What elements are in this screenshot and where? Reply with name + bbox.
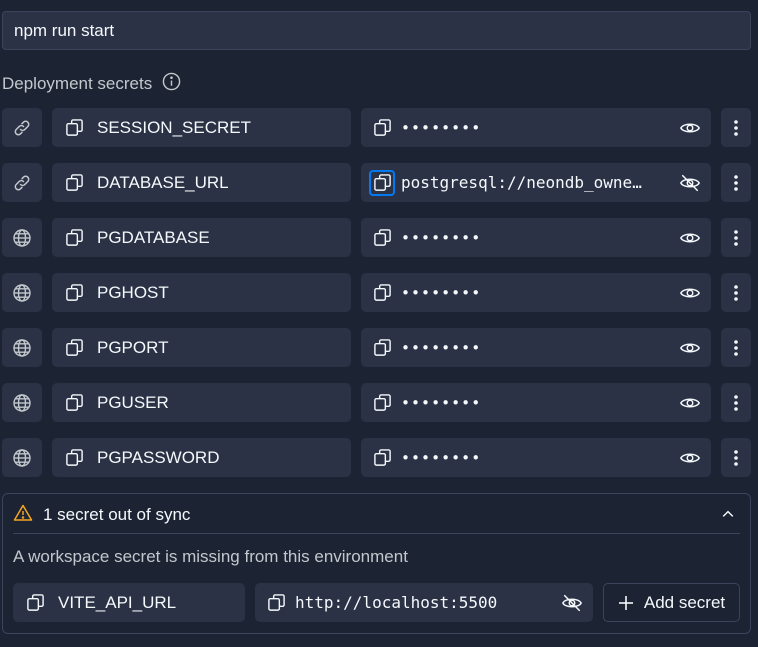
secret-row: DATABASE_URL postgresql://neondb_owne… [0,163,758,202]
run-command-input[interactable] [2,11,751,50]
more-options-icon[interactable] [721,438,751,477]
globe-icon[interactable] [2,328,42,367]
secret-key-label: PGUSER [97,392,169,412]
secret-key[interactable]: SESSION_SECRET [52,108,351,147]
secret-key[interactable]: PGDATABASE [52,218,351,257]
copy-icon[interactable] [369,280,395,306]
more-options-icon[interactable] [721,108,751,147]
secret-key-label: PGPORT [97,337,169,357]
secret-key-label: PGPASSWORD [97,447,220,467]
secret-value: postgresql://neondb_owne… [361,163,711,202]
secret-row: PGPASSWORD •••••••• [0,438,758,477]
eye-icon[interactable] [678,446,702,470]
more-options-icon[interactable] [721,273,751,312]
secret-key-label: DATABASE_URL [97,172,229,192]
more-options-icon[interactable] [721,163,751,202]
more-options-icon[interactable] [721,383,751,422]
globe-icon[interactable] [2,383,42,422]
missing-secret-value: http://localhost:5500 [255,583,593,622]
missing-secret-key[interactable]: VITE_API_URL [13,583,245,622]
deployment-secrets-heading: Deployment secrets [2,72,181,96]
more-options-icon[interactable] [721,218,751,257]
copy-icon[interactable] [263,590,289,616]
copy-icon[interactable] [61,390,87,416]
info-icon[interactable] [162,72,181,96]
copy-icon[interactable] [22,590,48,616]
copy-icon[interactable] [369,225,395,251]
secret-value-text: •••••••• [401,228,482,247]
secret-key-label: SESSION_SECRET [97,117,251,137]
out-of-sync-description: A workspace secret is missing from this … [13,547,408,566]
copy-icon[interactable] [61,170,87,196]
secret-row: PGDATABASE •••••••• [0,218,758,257]
panel-divider [13,533,740,534]
out-of-sync-panel: 1 secret out of sync A workspace secret … [2,493,751,634]
secret-value: •••••••• [361,438,711,477]
add-secret-button[interactable]: Add secret [603,583,740,622]
secret-value-text: •••••••• [401,118,482,137]
secret-row: PGUSER •••••••• [0,383,758,422]
copy-icon[interactable] [369,445,395,471]
secret-value: •••••••• [361,273,711,312]
secret-value: •••••••• [361,218,711,257]
globe-icon[interactable] [2,438,42,477]
secret-key[interactable]: DATABASE_URL [52,163,351,202]
chevron-up-icon[interactable] [718,504,738,524]
link-icon[interactable] [2,108,42,147]
copy-icon[interactable] [369,390,395,416]
secret-value: •••••••• [361,108,711,147]
secret-value-text: postgresql://neondb_owne… [401,173,642,192]
eye-off-icon[interactable] [678,171,702,195]
secret-key[interactable]: PGUSER [52,383,351,422]
secret-key[interactable]: PGPORT [52,328,351,367]
copy-icon[interactable] [369,169,395,196]
secret-value-text: •••••••• [401,338,482,357]
secret-value: •••••••• [361,328,711,367]
eye-icon[interactable] [678,336,702,360]
globe-icon[interactable] [2,218,42,257]
copy-icon[interactable] [61,335,87,361]
warning-icon [13,503,33,528]
missing-secret-key-label: VITE_API_URL [58,592,177,612]
missing-secret-value-text: http://localhost:5500 [295,593,498,612]
link-icon[interactable] [2,163,42,202]
secret-key-label: PGDATABASE [97,227,210,247]
eye-icon[interactable] [678,391,702,415]
secret-value-text: •••••••• [401,393,482,412]
eye-icon[interactable] [678,226,702,250]
copy-icon[interactable] [61,225,87,251]
copy-icon[interactable] [61,115,87,141]
secret-value-text: •••••••• [401,283,482,302]
globe-icon[interactable] [2,273,42,312]
copy-icon[interactable] [61,280,87,306]
secret-key[interactable]: PGHOST [52,273,351,312]
secret-row: SESSION_SECRET •••••••• [0,108,758,147]
eye-icon[interactable] [678,281,702,305]
eye-icon[interactable] [678,116,702,140]
add-secret-label: Add secret [643,592,726,612]
copy-icon[interactable] [61,445,87,471]
copy-icon[interactable] [369,115,395,141]
secret-key[interactable]: PGPASSWORD [52,438,351,477]
more-options-icon[interactable] [721,328,751,367]
secret-row: PGHOST •••••••• [0,273,758,312]
secret-row: PGPORT •••••••• [0,328,758,367]
secret-value: •••••••• [361,383,711,422]
secret-key-label: PGHOST [97,282,169,302]
section-title: Deployment secrets [2,74,153,93]
plus-icon [618,595,633,610]
out-of-sync-header: 1 secret out of sync [13,503,190,527]
eye-off-icon[interactable] [560,591,584,615]
out-of-sync-title: 1 secret out of sync [43,505,191,524]
secret-value-text: •••••••• [401,448,482,467]
copy-icon[interactable] [369,335,395,361]
